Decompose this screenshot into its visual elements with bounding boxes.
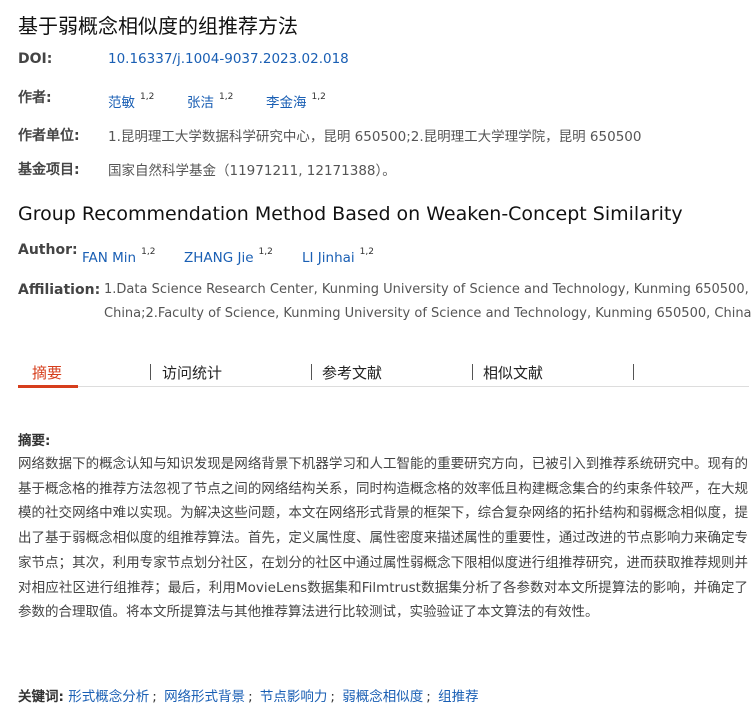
doi-label: DOI: [18, 51, 53, 67]
author-cn-2[interactable]: 李金海 1,2 [266, 91, 326, 111]
authors-en-label: Author: [18, 242, 78, 258]
author-cn-1[interactable]: 张洁 1,2 [187, 91, 233, 111]
keyword-link[interactable]: 节点影响力 [260, 689, 328, 705]
tab-access-stats[interactable]: 访问统计 [162, 362, 222, 383]
author-name: ZHANG Jie [184, 250, 254, 266]
author-name: LI Jinhai [302, 250, 355, 266]
tab-abstract[interactable]: 摘要 [32, 362, 62, 383]
authors-cn-label: 作者: [18, 90, 52, 106]
tab-references[interactable]: 参考文献 [322, 362, 382, 383]
tab-separator [472, 364, 473, 380]
tab-bar: 摘要 访问统计 参考文献 相似文献 [0, 358, 755, 390]
author-affiliation-index: 1,2 [219, 92, 234, 102]
author-en-2[interactable]: LI Jinhai 1,2 [302, 247, 374, 266]
affiliation-cn-value: 1.昆明理工大学数据科学研究中心，昆明 650500;2.昆明理工大学理学院，昆… [108, 129, 642, 145]
abstract-heading: 摘要: [18, 433, 51, 449]
doi-link[interactable]: 10.16337/j.1004-9037.2023.02.018 [108, 51, 349, 67]
author-affiliation-index: 1,2 [311, 92, 326, 102]
keyword-link[interactable]: 形式概念分析 [68, 689, 149, 705]
abstract-text: 网络数据下的概念认知与知识发现是网络背景下机器学习和人工智能的重要研究方向，已被… [18, 456, 748, 621]
keyword-separator: ; [330, 689, 335, 705]
author-cn-0[interactable]: 范敏 1,2 [108, 91, 154, 111]
tab-separator [150, 364, 151, 380]
author-name: 李金海 [266, 95, 307, 111]
page-title-en: Group Recommendation Method Based on Wea… [18, 203, 683, 225]
keyword-link[interactable]: 组推荐 [438, 689, 479, 705]
author-affiliation-index: 1,2 [359, 247, 374, 257]
keyword-link[interactable]: 网络形式背景 [164, 689, 245, 705]
author-affiliation-index: 1,2 [258, 247, 273, 257]
active-tab-indicator [18, 385, 78, 388]
tab-separator [311, 364, 312, 380]
page-title-cn: 基于弱概念相似度的组推荐方法 [18, 14, 298, 38]
affiliation-en-line1: 1.Data Science Research Center, Kunming … [104, 282, 749, 297]
author-name: 张洁 [187, 95, 214, 111]
author-affiliation-index: 1,2 [141, 247, 156, 257]
affiliation-en-line2: China;2.Faculty of Science, Kunming Univ… [104, 306, 752, 321]
keywords-label: 关键词: [18, 689, 64, 705]
fund-label: 基金项目: [18, 162, 80, 178]
tab-separator [633, 364, 634, 380]
author-name: 范敏 [108, 95, 135, 111]
affiliation-en-label: Affiliation: [18, 282, 101, 298]
keyword-separator: ; [152, 689, 157, 705]
author-name: FAN Min [82, 250, 137, 266]
author-en-1[interactable]: ZHANG Jie 1,2 [184, 247, 273, 266]
keyword-separator: ; [426, 689, 431, 705]
keywords-row: 关键词: 形式概念分析; 网络形式背景; 节点影响力; 弱概念相似度; 组推荐 [18, 685, 479, 705]
author-affiliation-index: 1,2 [140, 92, 155, 102]
keyword-link[interactable]: 弱概念相似度 [342, 689, 423, 705]
fund-value: 国家自然科学基金（11971211, 12171388）。 [108, 163, 396, 179]
author-en-0[interactable]: FAN Min 1,2 [82, 247, 155, 266]
keyword-separator: ; [248, 689, 253, 705]
tab-bar-divider [18, 386, 749, 387]
affiliation-cn-label: 作者单位: [18, 128, 80, 144]
tab-similar-docs[interactable]: 相似文献 [483, 362, 543, 383]
